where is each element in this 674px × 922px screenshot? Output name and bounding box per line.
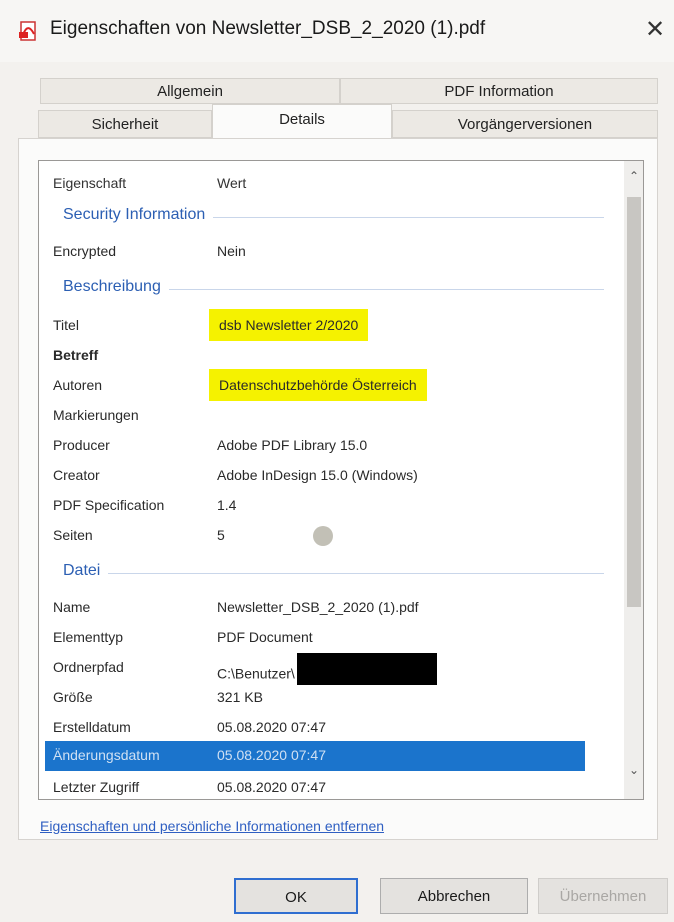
column-header-value[interactable]: Wert bbox=[217, 175, 246, 191]
highlighted-title-value: dsb Newsletter 2/2020 bbox=[209, 309, 369, 341]
scroll-up-button[interactable]: ⌃ bbox=[624, 165, 643, 187]
group-title: Datei bbox=[63, 562, 109, 580]
list-item[interactable]: Ordnerpfad C:\Benutzer\ bbox=[39, 653, 624, 685]
highlighted-authors-value: Datenschutzbehörde Österreich bbox=[209, 369, 427, 401]
column-header-property[interactable]: Eigenschaft bbox=[53, 175, 126, 191]
details-list: Eigenschaft Wert Security Information En… bbox=[38, 160, 644, 800]
list-item[interactable]: Elementtyp PDF Document bbox=[39, 623, 624, 653]
tab-pdf-information[interactable]: PDF Information bbox=[340, 78, 658, 104]
tab-details[interactable]: Details bbox=[212, 104, 392, 138]
scroll-down-button[interactable]: ⌄ bbox=[624, 759, 643, 781]
close-button[interactable]: ✕ bbox=[640, 14, 670, 46]
list-item[interactable]: Autoren Datenschutzbehörde Österreich bbox=[39, 369, 624, 401]
list-item[interactable]: Producer Adobe PDF Library 15.0 bbox=[39, 431, 624, 461]
list-item-selected[interactable]: Änderungsdatum 05.08.2020 07:47 bbox=[45, 741, 585, 771]
list-header[interactable]: Eigenschaft Wert bbox=[39, 169, 624, 199]
window-title: Eigenschaften von Newsletter_DSB_2_2020 … bbox=[50, 18, 486, 39]
cursor-dot bbox=[313, 526, 333, 546]
group-beschreibung: Beschreibung bbox=[39, 273, 624, 303]
list-item[interactable]: Titel dsb Newsletter 2/2020 bbox=[39, 309, 624, 341]
tab-allgemein[interactable]: Allgemein bbox=[40, 78, 340, 104]
redaction-block bbox=[296, 653, 437, 685]
scroll-thumb[interactable] bbox=[627, 197, 641, 607]
ok-button[interactable]: OK bbox=[234, 878, 358, 914]
remove-properties-link[interactable]: Eigenschaften und persönliche Informatio… bbox=[40, 818, 384, 834]
list-item[interactable]: Betreff bbox=[39, 341, 624, 371]
list-item[interactable]: Creator Adobe InDesign 15.0 (Windows) bbox=[39, 461, 624, 491]
cancel-button[interactable]: Abbrechen bbox=[380, 878, 528, 914]
tab-sicherheit[interactable]: Sicherheit bbox=[38, 110, 212, 138]
list-item[interactable]: Größe 321 KB bbox=[39, 683, 624, 713]
list-item[interactable]: Letzter Zugriff 05.08.2020 07:47 bbox=[39, 773, 624, 799]
apply-button[interactable]: Übernehmen bbox=[538, 878, 668, 914]
list-item[interactable]: PDF Specification 1.4 bbox=[39, 491, 624, 521]
title-bar: Eigenschaften von Newsletter_DSB_2_2020 … bbox=[0, 0, 674, 62]
list-item[interactable]: Markierungen bbox=[39, 401, 624, 431]
pdf-icon bbox=[19, 21, 36, 41]
tab-vorgaengerversionen[interactable]: Vorgängerversionen bbox=[392, 110, 658, 138]
list-item[interactable]: Encrypted Nein bbox=[39, 237, 624, 267]
group-security-information: Security Information bbox=[39, 201, 624, 231]
list-item[interactable]: Name Newsletter_DSB_2_2020 (1).pdf bbox=[39, 593, 624, 623]
vertical-scrollbar[interactable]: ⌃ ⌄ bbox=[624, 161, 643, 799]
list-item[interactable]: Erstelldatum 05.08.2020 07:47 bbox=[39, 713, 624, 743]
group-datei: Datei bbox=[39, 557, 624, 587]
group-title: Beschreibung bbox=[63, 278, 169, 296]
group-title: Security Information bbox=[63, 206, 214, 224]
